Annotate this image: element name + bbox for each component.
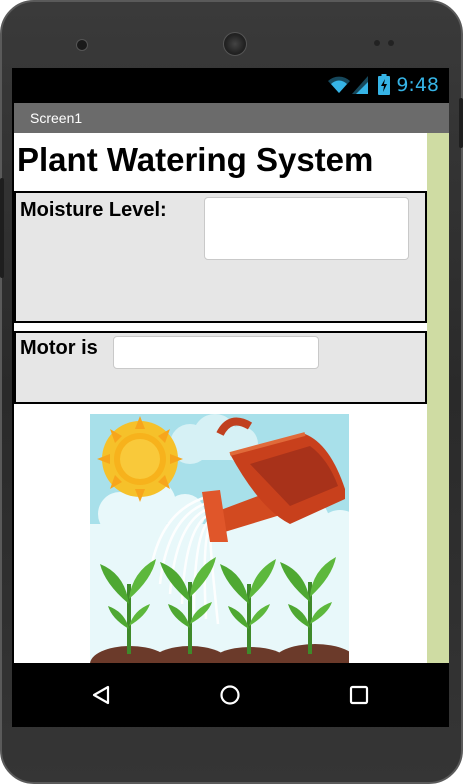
status-clock: 9:48 [396,74,439,96]
signal-icon [352,76,368,94]
front-camera [76,39,88,51]
side-strip [427,133,449,663]
back-button[interactable] [81,675,121,715]
moisture-panel: Moisture Level: [14,191,427,323]
motor-label: Motor is [20,337,98,359]
motor-status-field[interactable] [113,336,319,369]
sensor-dot [388,40,394,46]
app-content: Plant Watering System Moisture Level: Mo… [14,133,427,663]
earpiece-speaker [223,32,247,56]
home-icon [220,685,240,705]
screen-title: Screen1 [30,110,83,126]
home-button[interactable] [210,675,250,715]
volume-button [0,178,4,278]
status-bar: 9:48 [12,68,449,103]
sensor-dot [374,40,380,46]
app-title-bar: Screen1 [14,103,449,133]
wifi-icon [328,76,350,93]
phone-frame: 9:48 Screen1 Plant Watering System Moist… [0,0,463,784]
moisture-label: Moisture Level: [20,199,167,221]
screen: 9:48 Screen1 Plant Watering System Moist… [12,68,449,727]
page-title: Plant Watering System [17,141,374,178]
recents-icon [349,685,369,705]
power-button [459,98,463,148]
plant-watering-image [90,414,349,663]
motor-panel: Motor is [14,331,427,404]
recents-button[interactable] [339,675,379,715]
battery-icon [378,74,390,95]
back-icon [92,685,110,705]
navigation-bar [12,663,449,727]
moisture-level-field[interactable] [204,197,409,260]
